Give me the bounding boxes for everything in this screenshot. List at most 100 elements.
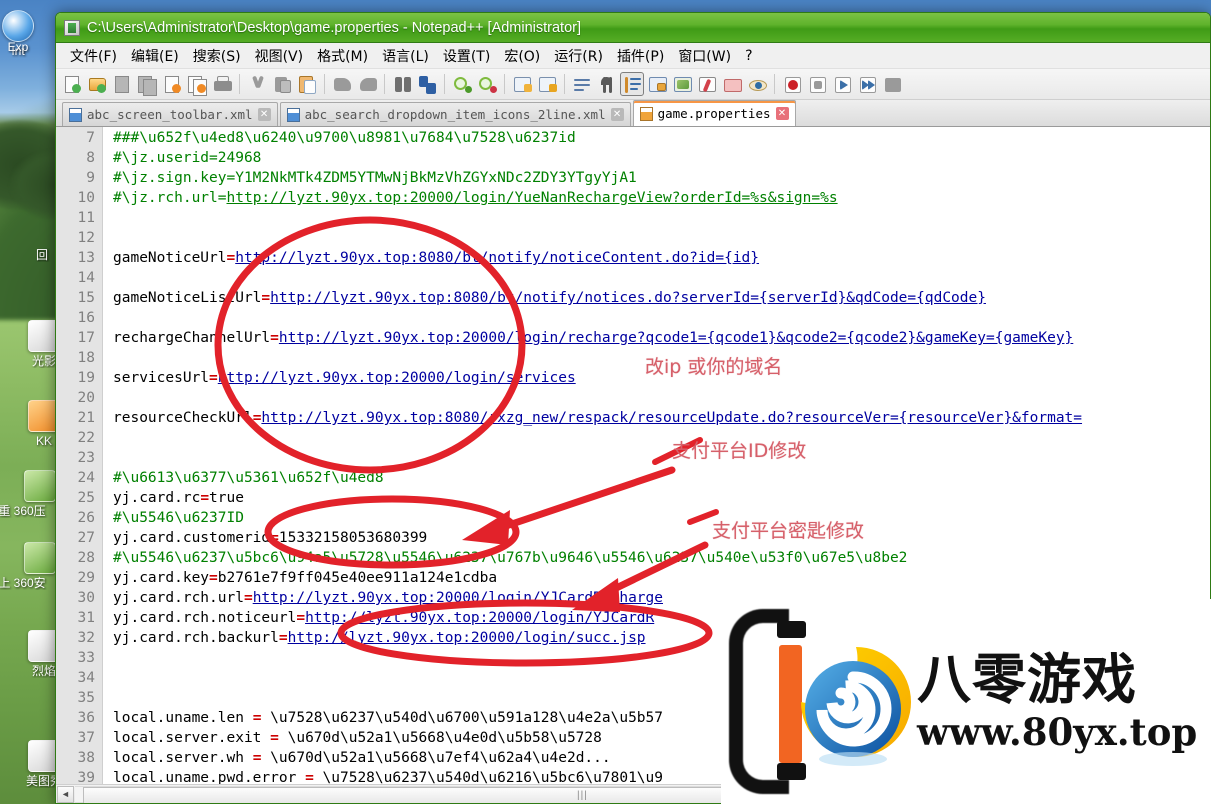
sync-vertical-scroll-icon[interactable] bbox=[510, 72, 534, 96]
code-token: = bbox=[296, 610, 306, 626]
close-file-icon[interactable] bbox=[160, 72, 184, 96]
save-icon[interactable] bbox=[110, 72, 134, 96]
code-line[interactable] bbox=[113, 428, 1210, 448]
desktop-icon-360-zip[interactable]: 重 360压 bbox=[0, 470, 60, 518]
show-all-chars-icon[interactable] bbox=[595, 72, 619, 96]
code-line[interactable] bbox=[113, 448, 1210, 468]
menu-format[interactable]: 格式(M) bbox=[310, 43, 375, 69]
folder-as-workspace-icon[interactable] bbox=[720, 72, 744, 96]
line-number: 25 bbox=[77, 490, 95, 506]
code-line[interactable]: #\jz.userid=24968 bbox=[113, 148, 1210, 168]
toolbar-separator bbox=[504, 74, 505, 94]
code-line[interactable]: yj.card.rc=true bbox=[113, 488, 1210, 508]
zoom-in-icon[interactable] bbox=[450, 72, 474, 96]
macro-record-icon[interactable] bbox=[780, 72, 804, 96]
line-number: 15 bbox=[77, 290, 95, 306]
code-line[interactable]: rechargeChannelUrl=http://lyzt.90yx.top:… bbox=[113, 328, 1210, 348]
tab-inactive-0[interactable]: abc_screen_toolbar.xml ✕ bbox=[62, 102, 278, 126]
code-token: 15332158053680399 bbox=[278, 530, 428, 546]
code-line[interactable]: resourceCheckUrl=http://lyzt.90yx.top:80… bbox=[113, 408, 1210, 428]
menu-settings[interactable]: 设置(T) bbox=[436, 43, 497, 69]
code-line[interactable]: #\u5546\u6237ID bbox=[113, 508, 1210, 528]
code-line[interactable] bbox=[113, 228, 1210, 248]
macro-stop-icon[interactable] bbox=[805, 72, 829, 96]
line-number: 39 bbox=[77, 770, 95, 784]
code-line[interactable]: #\u6613\u6377\u5361\u652f\u4ed8 bbox=[113, 468, 1210, 488]
desktop-icon-label: 上 360安 bbox=[0, 576, 46, 590]
code-line[interactable]: servicesUrl=http://lyzt.90yx.top:20000/l… bbox=[113, 368, 1210, 388]
print-icon[interactable] bbox=[210, 72, 234, 96]
code-token: = bbox=[209, 570, 218, 586]
macro-save-icon[interactable] bbox=[880, 72, 904, 96]
menu-edit[interactable]: 编辑(E) bbox=[124, 43, 186, 69]
scroll-left-arrow[interactable]: ◄ bbox=[57, 785, 74, 803]
menu-plugins[interactable]: 插件(P) bbox=[610, 43, 671, 69]
macro-play-icon[interactable] bbox=[830, 72, 854, 96]
zoom-out-icon[interactable] bbox=[475, 72, 499, 96]
menu-help[interactable]: ? bbox=[738, 45, 759, 67]
cut-icon[interactable] bbox=[245, 72, 269, 96]
code-token: http://lyzt.90yx.top:20000/login/YJCardR bbox=[305, 610, 655, 626]
find-icon[interactable] bbox=[390, 72, 414, 96]
tab-inactive-1[interactable]: abc_search_dropdown_item_icons_2line.xml… bbox=[279, 102, 631, 126]
title-bar[interactable]: C:\Users\Administrator\Desktop\game.prop… bbox=[56, 13, 1210, 43]
close-all-icon[interactable] bbox=[185, 72, 209, 96]
code-line[interactable]: yj.card.customerid=15332158053680399 bbox=[113, 528, 1210, 548]
copy-icon[interactable] bbox=[270, 72, 294, 96]
menu-bar: 文件(F) 编辑(E) 搜索(S) 视图(V) 格式(M) 语言(L) 设置(T) 宏(O) 运… bbox=[56, 43, 1210, 69]
macro-playmany-icon[interactable] bbox=[855, 72, 879, 96]
code-line[interactable]: yj.card.key=b2761e7f9ff045e40ee911a124e1… bbox=[113, 568, 1210, 588]
code-token: #\u5546\u6237\u5bc6\u94a5\u5728\u5546\u6… bbox=[113, 550, 908, 566]
save-all-icon[interactable] bbox=[135, 72, 159, 96]
code-token: gameNoticeListUrl bbox=[113, 290, 262, 306]
paste-icon[interactable] bbox=[295, 72, 319, 96]
menu-macro[interactable]: 宏(O) bbox=[497, 43, 547, 69]
code-line[interactable]: #\jz.sign.key=Y1M2NkMTk4ZDM5YTMwNjBkMzVh… bbox=[113, 168, 1210, 188]
line-number: 20 bbox=[77, 390, 95, 406]
desktop-icon-360-browser[interactable]: 上 360安 bbox=[0, 542, 60, 590]
tab-close-icon[interactable]: ✕ bbox=[257, 108, 271, 121]
replace-icon[interactable] bbox=[415, 72, 439, 96]
monitor-icon[interactable] bbox=[745, 72, 769, 96]
menu-search[interactable]: 搜索(S) bbox=[186, 43, 248, 69]
document-map-icon[interactable] bbox=[670, 72, 694, 96]
code-token: #\jz.userid=24968 bbox=[113, 150, 262, 166]
code-line[interactable]: ###\u652f\u4ed8\u6240\u9700\u8981\u7684\… bbox=[113, 128, 1210, 148]
toolbar-separator bbox=[239, 74, 240, 94]
code-line[interactable]: gameNoticeListUrl=http://lyzt.90yx.top:8… bbox=[113, 288, 1210, 308]
tab-active-2[interactable]: game.properties ✕ bbox=[632, 100, 796, 126]
notepadpp-icon bbox=[64, 19, 80, 36]
code-line[interactable] bbox=[113, 268, 1210, 288]
desktop-icon-label: 光影 bbox=[31, 354, 56, 368]
line-number: 21 bbox=[77, 410, 95, 426]
code-line[interactable]: #\jz.rch.url=http://lyzt.90yx.top:20000/… bbox=[113, 188, 1210, 208]
tab-close-icon[interactable]: ✕ bbox=[610, 108, 624, 121]
menu-language[interactable]: 语言(L) bbox=[375, 43, 436, 69]
internet-explorer-icon bbox=[2, 10, 34, 42]
function-list-icon[interactable] bbox=[695, 72, 719, 96]
code-line[interactable]: #\u5546\u6237\u5bc6\u94a5\u5728\u5546\u6… bbox=[113, 548, 1210, 568]
code-line[interactable]: gameNoticeUrl=http://lyzt.90yx.top:8080/… bbox=[113, 248, 1210, 268]
code-token: b2761e7f9ff045e40ee911a124e1cdba bbox=[217, 570, 498, 586]
redo-icon[interactable] bbox=[355, 72, 379, 96]
user-defined-dialog-icon[interactable] bbox=[645, 72, 669, 96]
menu-window[interactable]: 窗口(W) bbox=[671, 43, 738, 69]
code-token: \u7528\u6237\u540d\u6700\u591a128\u4e2a\… bbox=[261, 710, 663, 726]
app-icon bbox=[24, 470, 56, 502]
undo-icon[interactable] bbox=[330, 72, 354, 96]
code-token: #\jz.sign.key=Y1M2NkMTk4ZDM5YTMwNjBkMzVh… bbox=[113, 170, 637, 186]
tab-close-icon[interactable]: ✕ bbox=[775, 107, 789, 120]
code-line[interactable] bbox=[113, 208, 1210, 228]
code-line[interactable] bbox=[113, 388, 1210, 408]
word-wrap-icon[interactable] bbox=[570, 72, 594, 96]
new-file-icon[interactable] bbox=[60, 72, 84, 96]
code-line[interactable] bbox=[113, 308, 1210, 328]
code-line[interactable] bbox=[113, 348, 1210, 368]
menu-file[interactable]: 文件(F) bbox=[63, 43, 124, 69]
tab-label: abc_search_dropdown_item_icons_2line.xml bbox=[304, 107, 606, 122]
menu-run[interactable]: 运行(R) bbox=[547, 43, 610, 69]
open-file-icon[interactable] bbox=[85, 72, 109, 96]
indent-guide-icon[interactable] bbox=[620, 72, 644, 96]
menu-view[interactable]: 视图(V) bbox=[248, 43, 311, 69]
sync-horizontal-scroll-icon[interactable] bbox=[535, 72, 559, 96]
